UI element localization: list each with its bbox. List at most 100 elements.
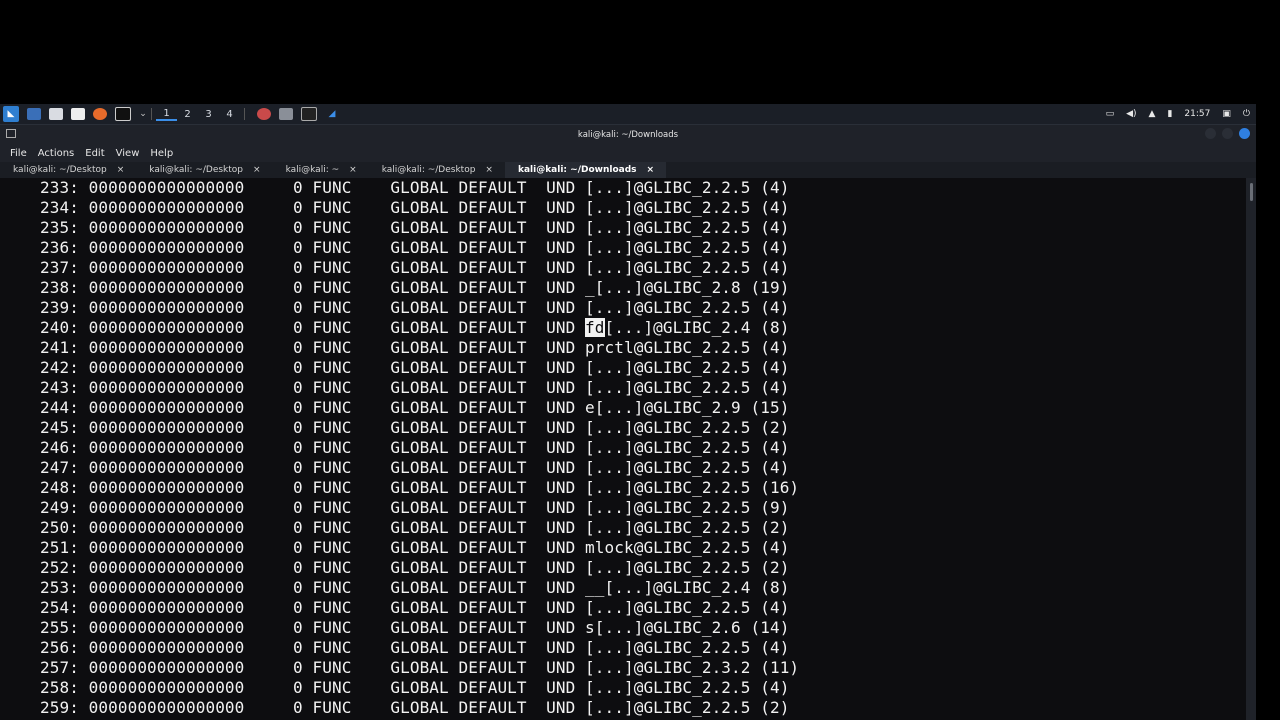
line-fields: 256: 0000000000000000 0 FUNC GLOBAL DEFA… <box>40 638 586 657</box>
app-icon[interactable] <box>279 108 293 120</box>
minimize-icon[interactable] <box>1205 128 1216 139</box>
text-editor-icon[interactable] <box>71 108 85 120</box>
workspace-4[interactable]: 4 <box>219 109 240 120</box>
terminal-line: 247: 0000000000000000 0 FUNC GLOBAL DEFA… <box>40 458 789 478</box>
terminal-line: 244: 0000000000000000 0 FUNC GLOBAL DEFA… <box>40 398 789 418</box>
terminal-line: 239: 0000000000000000 0 FUNC GLOBAL DEFA… <box>40 298 789 318</box>
tab-home[interactable]: kali@kali: ~ × <box>273 162 369 178</box>
display-icon[interactable]: ▭ <box>1106 109 1115 119</box>
workspace-2[interactable]: 2 <box>177 109 198 120</box>
tab-downloads[interactable]: kali@kali: ~/Downloads × <box>504 162 667 178</box>
scrollbar-thumb[interactable] <box>1250 183 1253 201</box>
terminal-line: 236: 0000000000000000 0 FUNC GLOBAL DEFA… <box>40 238 789 258</box>
menu-edit[interactable]: Edit <box>85 148 104 159</box>
workspace-1[interactable]: 1 <box>156 108 177 121</box>
menu-actions[interactable]: Actions <box>38 148 75 159</box>
menubar: File Actions Edit View Help <box>0 145 1256 162</box>
symbol-name: [...]@GLIBC_2.2.5 (2) <box>585 558 790 577</box>
system-tray: ▭ ◀) ▲ ▮ 21:57 ▣ ⏻ <box>1106 109 1256 119</box>
close-tab-icon[interactable]: × <box>349 165 357 175</box>
line-fields: 241: 0000000000000000 0 FUNC GLOBAL DEFA… <box>40 338 586 357</box>
symbol-name: mlock@GLIBC_2.2.5 (4) <box>585 538 790 557</box>
tab-desktop-2[interactable]: kali@kali: ~/Desktop × <box>136 162 272 178</box>
battery-icon[interactable]: ▮ <box>1167 109 1172 119</box>
tab-bar: kali@kali: ~/Desktop × kali@kali: ~/Deskt… <box>0 162 1256 179</box>
app-icon[interactable]: ◢ <box>325 108 339 120</box>
close-icon[interactable] <box>1239 128 1250 139</box>
window-title: kali@kali: ~/Downloads <box>577 130 679 140</box>
close-tab-icon[interactable]: × <box>485 165 493 175</box>
line-fields: 243: 0000000000000000 0 FUNC GLOBAL DEFA… <box>40 378 586 397</box>
terminal-line: 258: 0000000000000000 0 FUNC GLOBAL DEFA… <box>40 678 789 698</box>
terminal-line: 253: 0000000000000000 0 FUNC GLOBAL DEFA… <box>40 578 789 598</box>
files-icon[interactable] <box>49 108 63 120</box>
line-fields: 239: 0000000000000000 0 FUNC GLOBAL DEFA… <box>40 298 586 317</box>
symbol-name: [...]@GLIBC_2.3.2 (11) <box>585 658 800 677</box>
line-fields: 247: 0000000000000000 0 FUNC GLOBAL DEFA… <box>40 458 586 477</box>
terminal-line: 256: 0000000000000000 0 FUNC GLOBAL DEFA… <box>40 638 789 658</box>
chevron-down-icon[interactable]: ⌄ <box>139 108 147 120</box>
symbol-name: e[...]@GLIBC_2.9 (15) <box>585 398 790 417</box>
symbol-name: [...]@GLIBC_2.2.5 (4) <box>585 678 790 697</box>
terminal-line: 250: 0000000000000000 0 FUNC GLOBAL DEFA… <box>40 518 789 538</box>
taskbar: ◣ ⌄ 1 2 3 4 ◢ ▭ ◀) ▲ ▮ 21:57 ▣ ⏻ <box>0 104 1256 125</box>
firefox-icon[interactable] <box>93 108 107 120</box>
line-fields: 259: 0000000000000000 0 FUNC GLOBAL DEFA… <box>40 698 586 717</box>
lock-icon[interactable]: ▣ <box>1222 109 1231 119</box>
terminal-icon[interactable] <box>115 107 131 121</box>
symbol-name: s[...]@GLIBC_2.6 (14) <box>585 618 790 637</box>
line-fields: 258: 0000000000000000 0 FUNC GLOBAL DEFA… <box>40 678 586 697</box>
app-icon[interactable] <box>257 108 271 120</box>
line-fields: 253: 0000000000000000 0 FUNC GLOBAL DEFA… <box>40 578 586 597</box>
symbol-name: [...]@GLIBC_2.2.5 (4) <box>585 458 790 477</box>
terminal-line: 252: 0000000000000000 0 FUNC GLOBAL DEFA… <box>40 558 789 578</box>
symbol-name: [...]@GLIBC_2.2.5 (2) <box>585 698 790 717</box>
line-fields: 233: 0000000000000000 0 FUNC GLOBAL DEFA… <box>40 178 586 197</box>
line-fields: 235: 0000000000000000 0 FUNC GLOBAL DEFA… <box>40 218 586 237</box>
terminal-line: 237: 0000000000000000 0 FUNC GLOBAL DEFA… <box>40 258 789 278</box>
close-tab-icon[interactable]: × <box>117 165 125 175</box>
symbol-name: [...]@GLIBC_2.2.5 (4) <box>585 298 790 317</box>
terminal-line: 240: 0000000000000000 0 FUNC GLOBAL DEFA… <box>40 318 789 338</box>
symbol-name: [...]@GLIBC_2.2.5 (4) <box>585 258 790 277</box>
terminal-line: 246: 0000000000000000 0 FUNC GLOBAL DEFA… <box>40 438 789 458</box>
menu-view[interactable]: View <box>116 148 140 159</box>
terminal-line: 254: 0000000000000000 0 FUNC GLOBAL DEFA… <box>40 598 789 618</box>
maximize-icon[interactable] <box>1222 128 1233 139</box>
symbol-name: [...]@GLIBC_2.2.5 (4) <box>585 358 790 377</box>
terminal-output[interactable]: 233: 0000000000000000 0 FUNC GLOBAL DEFA… <box>0 178 1246 720</box>
line-fields: 240: 0000000000000000 0 FUNC GLOBAL DEFA… <box>40 318 586 337</box>
power-icon[interactable]: ⏻ <box>1243 109 1250 119</box>
line-fields: 242: 0000000000000000 0 FUNC GLOBAL DEFA… <box>40 358 586 377</box>
symbol-name: [...]@GLIBC_2.2.5 (4) <box>585 598 790 617</box>
line-fields: 250: 0000000000000000 0 FUNC GLOBAL DEFA… <box>40 518 586 537</box>
terminal-line: 233: 0000000000000000 0 FUNC GLOBAL DEFA… <box>40 178 789 198</box>
workspace-icon[interactable] <box>27 108 41 120</box>
close-tab-icon[interactable]: × <box>647 165 655 175</box>
menu-file[interactable]: File <box>10 148 27 159</box>
menu-help[interactable]: Help <box>150 148 173 159</box>
terminal-line: 248: 0000000000000000 0 FUNC GLOBAL DEFA… <box>40 478 799 498</box>
line-fields: 234: 0000000000000000 0 FUNC GLOBAL DEFA… <box>40 198 586 217</box>
terminal-window: kali@kali: ~/Downloads File Actions Edit… <box>0 125 1256 720</box>
window-titlebar[interactable]: kali@kali: ~/Downloads <box>0 125 1256 145</box>
close-tab-icon[interactable]: × <box>253 165 261 175</box>
divider <box>244 108 245 120</box>
volume-icon[interactable]: ◀) <box>1126 109 1136 119</box>
scrollbar[interactable] <box>1246 178 1256 720</box>
workspace-3[interactable]: 3 <box>198 109 219 120</box>
symbol-name: [...]@GLIBC_2.2.5 (2) <box>585 518 790 537</box>
terminal-line: 245: 0000000000000000 0 FUNC GLOBAL DEFA… <box>40 418 789 438</box>
notification-icon[interactable]: ▲ <box>1149 109 1156 119</box>
terminal-app-icon[interactable] <box>301 107 317 121</box>
clock[interactable]: 21:57 <box>1184 109 1210 119</box>
line-fields: 254: 0000000000000000 0 FUNC GLOBAL DEFA… <box>40 598 586 617</box>
line-fields: 255: 0000000000000000 0 FUNC GLOBAL DEFA… <box>40 618 586 637</box>
line-fields: 257: 0000000000000000 0 FUNC GLOBAL DEFA… <box>40 658 586 677</box>
kali-menu-icon[interactable]: ◣ <box>3 106 19 122</box>
symbol-name: __[...]@GLIBC_2.4 (8) <box>585 578 790 597</box>
symbol-name: _[...]@GLIBC_2.8 (19) <box>585 278 790 297</box>
tab-desktop-3[interactable]: kali@kali: ~/Desktop × <box>369 162 505 178</box>
tab-desktop-1[interactable]: kali@kali: ~/Desktop × <box>0 162 136 178</box>
terminal-line: 251: 0000000000000000 0 FUNC GLOBAL DEFA… <box>40 538 789 558</box>
